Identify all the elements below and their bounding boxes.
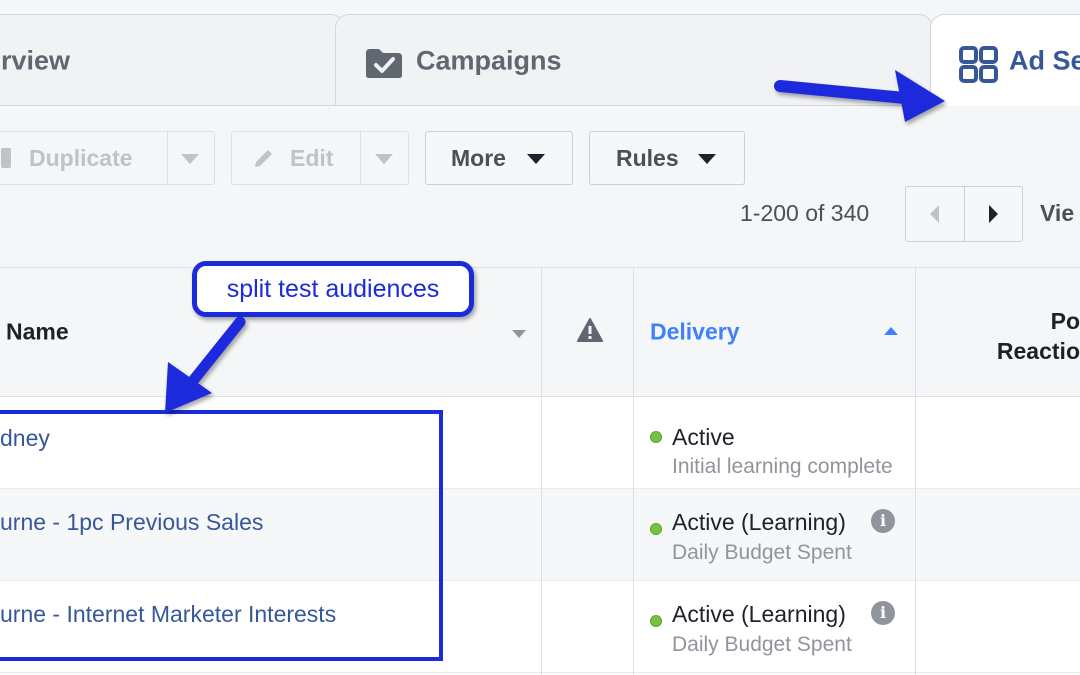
prev-page-button[interactable]: [906, 187, 964, 241]
annotation-callout-text: split test audiences: [226, 274, 440, 303]
annotation-callout: split test audiences: [192, 261, 474, 317]
tab-overview[interactable]: rview: [0, 14, 345, 106]
column-header-post-reactions[interactable]: Po Reactio: [997, 306, 1080, 366]
column-divider[interactable]: [915, 268, 916, 675]
folder-check-icon: [364, 47, 404, 84]
warning-icon[interactable]: [577, 318, 603, 347]
info-icon[interactable]: i: [871, 601, 895, 625]
tab-campaigns[interactable]: Campaigns: [335, 14, 933, 106]
duplicate-icon: [1, 148, 11, 168]
tab-ad-sets[interactable]: Ad Se: [930, 14, 1080, 106]
status-active-dot: [650, 523, 662, 535]
delivery-substatus: Daily Budget Spent: [672, 541, 852, 564]
rules-button[interactable]: Rules: [589, 131, 745, 185]
status-active-dot: [650, 431, 662, 443]
chevron-left-icon: [930, 205, 940, 223]
rules-button-label: Rules: [616, 144, 679, 171]
sort-up-icon[interactable]: [884, 327, 898, 335]
next-page-button[interactable]: [963, 187, 1023, 241]
pagination-controls: [905, 186, 1023, 242]
delivery-status: Active (Learning): [672, 509, 846, 535]
tab-campaigns-label: Campaigns: [416, 45, 562, 76]
column-header-post-reactions-line2: Reactio: [996, 338, 1080, 364]
table-header: Name Delivery Po Reactio: [0, 268, 1080, 397]
column-divider[interactable]: [633, 268, 634, 675]
column-header-post-reactions-line1: Po: [1050, 308, 1080, 334]
tab-divider: [0, 105, 930, 106]
tab-overview-label: rview: [1, 45, 71, 76]
delivery-status: Active: [672, 424, 735, 450]
chevron-right-icon: [988, 205, 998, 223]
status-active-dot: [650, 615, 662, 627]
view-setup-link[interactable]: Vie: [1040, 200, 1074, 227]
column-divider[interactable]: [541, 268, 542, 675]
annotation-highlight-box: [0, 410, 443, 661]
edit-button-group[interactable]: Edit: [231, 131, 409, 185]
delivery-substatus: Initial learning complete: [672, 455, 893, 478]
column-header-name[interactable]: Name: [6, 319, 69, 346]
duplicate-button-group[interactable]: Duplicate: [0, 131, 215, 185]
duplicate-dropdown-icon[interactable]: [181, 154, 199, 164]
info-icon[interactable]: i: [871, 509, 895, 533]
pagination-range: 1-200 of 340: [740, 200, 870, 226]
more-button-label: More: [451, 144, 506, 171]
column-header-delivery[interactable]: Delivery: [650, 319, 740, 346]
grid-icon: [959, 45, 999, 90]
edit-dropdown-icon[interactable]: [375, 154, 393, 164]
rules-dropdown-icon: [698, 154, 716, 164]
more-dropdown-icon: [527, 154, 545, 164]
more-button[interactable]: More: [425, 131, 573, 185]
edit-button[interactable]: Edit: [290, 145, 333, 172]
pencil-icon: [252, 146, 276, 176]
delivery-status: Active (Learning): [672, 601, 846, 627]
duplicate-button[interactable]: Duplicate: [29, 145, 133, 172]
delivery-substatus: Daily Budget Spent: [672, 633, 852, 656]
sort-down-icon[interactable]: [512, 330, 526, 338]
tab-ad-sets-label: Ad Se: [1009, 45, 1080, 76]
